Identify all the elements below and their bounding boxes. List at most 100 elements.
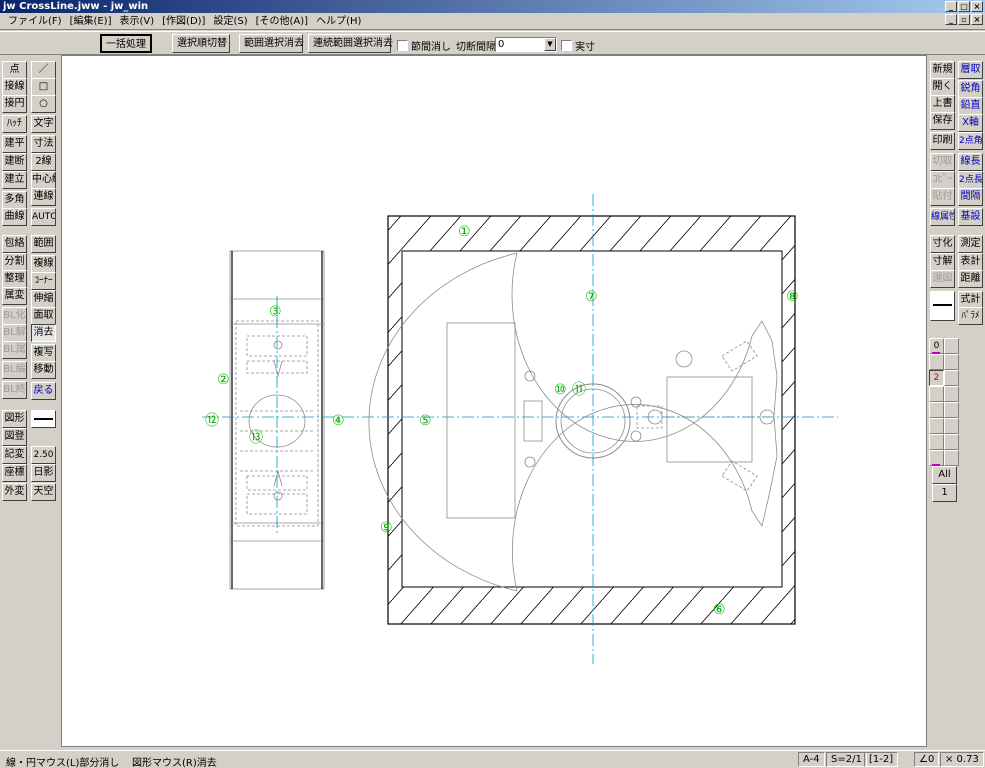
- paper-size[interactable]: A-4: [798, 752, 825, 767]
- layer-cell[interactable]: [929, 450, 944, 466]
- layer-line-swatch[interactable]: [930, 291, 955, 321]
- section-erase-checkbox[interactable]: [397, 40, 408, 51]
- angle-display[interactable]: ∠0: [914, 752, 940, 767]
- tool-cut-button[interactable]: 切取: [930, 153, 955, 171]
- layer-cell[interactable]: [944, 386, 959, 402]
- tool-duplicate-button[interactable]: 複写: [31, 344, 56, 362]
- tool-rectangle-button[interactable]: □: [31, 78, 56, 96]
- tool-layer-take-button[interactable]: 層取: [958, 61, 983, 79]
- menu-other[interactable]: [その他(A)]: [252, 14, 312, 29]
- close-button[interactable]: ×: [971, 1, 983, 12]
- layer-cell[interactable]: [944, 450, 959, 466]
- tool-measure-button[interactable]: 測定: [958, 235, 983, 253]
- layer-group-button[interactable]: 1: [932, 484, 957, 502]
- layer-cell[interactable]: [944, 370, 959, 386]
- tool-note-change-button[interactable]: 記変: [2, 446, 27, 464]
- doc-restore-button[interactable]: ▫: [958, 14, 970, 25]
- tool-undo-button[interactable]: 戻る: [31, 382, 56, 400]
- tool-open-button[interactable]: 開く: [930, 78, 955, 96]
- layer-all-button[interactable]: All: [932, 466, 957, 484]
- tool-tangent-button[interactable]: 接線: [2, 78, 27, 96]
- tool-select-shape-button[interactable]: 選図: [930, 270, 955, 288]
- tool-auto-button[interactable]: AUTO: [31, 208, 56, 226]
- actual-size-option[interactable]: 実寸: [561, 38, 595, 53]
- menu-file[interactable]: ファイル(F): [4, 14, 66, 29]
- scale-display[interactable]: S=2/1: [826, 752, 867, 767]
- layer-display[interactable]: [1-2]: [864, 752, 899, 767]
- layer-cell[interactable]: [929, 354, 944, 370]
- tool-table-calc-button[interactable]: 表計: [958, 253, 983, 271]
- tool-dimension-button[interactable]: 寸法: [31, 135, 56, 153]
- layer-cell[interactable]: [944, 402, 959, 418]
- tool-line-width-button[interactable]: 2.50: [31, 446, 56, 464]
- continuous-range-erase-button[interactable]: 連続範囲選択消去: [308, 34, 393, 53]
- tool-sky-factor-button[interactable]: 天空: [31, 483, 56, 501]
- menu-edit[interactable]: [編集(E)]: [66, 14, 116, 29]
- layer-0-cell[interactable]: 0: [929, 338, 944, 354]
- layer-active-cell[interactable]: 2: [929, 370, 944, 386]
- tool-chamfer-button[interactable]: 面取: [31, 307, 56, 325]
- tool-two-point-angle-button[interactable]: 2点角: [958, 132, 983, 150]
- tool-stretch-button[interactable]: 伸縮: [31, 290, 56, 308]
- tool-print-button[interactable]: 印刷: [930, 132, 955, 150]
- tool-polygon-button[interactable]: 多角: [2, 191, 27, 209]
- range-select-erase-button[interactable]: 範囲選択消去: [239, 34, 304, 53]
- cut-interval-select[interactable]: 0 ▼: [495, 37, 557, 52]
- tool-move-button[interactable]: 移動: [31, 361, 56, 379]
- tool-dim-explode-button[interactable]: 寸解: [930, 253, 955, 271]
- tool-bl-attr-button[interactable]: BL属: [2, 341, 27, 359]
- tool-arch-plan-button[interactable]: 建平: [2, 135, 27, 153]
- line-type-swatch[interactable]: [31, 410, 56, 428]
- tool-bl-create-button[interactable]: BL化: [2, 307, 27, 325]
- tool-erase-button[interactable]: 消去: [31, 324, 56, 342]
- tool-double-line-button[interactable]: 2線: [31, 153, 56, 171]
- tool-line-length-button[interactable]: 線長: [958, 153, 983, 171]
- doc-minimize-button[interactable]: _: [945, 14, 957, 25]
- factor-display[interactable]: × 0.73: [940, 752, 984, 767]
- tool-sun-shadow-button[interactable]: 日影: [31, 464, 56, 482]
- tool-overwrite-button[interactable]: 上書: [930, 95, 955, 113]
- tool-external-change-button[interactable]: 外変: [2, 483, 27, 501]
- tool-copy-button[interactable]: ｺﾋﾟｰ: [930, 171, 955, 189]
- tool-center-line-button[interactable]: 中心線: [31, 171, 56, 189]
- layer-cell[interactable]: [944, 418, 959, 434]
- menu-draw[interactable]: [作図(D)]: [158, 14, 209, 29]
- menu-settings[interactable]: 設定(S): [209, 14, 251, 29]
- layer-cell[interactable]: [944, 338, 959, 354]
- tool-divide-button[interactable]: 分割: [2, 253, 27, 271]
- tool-two-point-length-button[interactable]: 2点長: [958, 171, 983, 189]
- tool-arch-section-button[interactable]: 建断: [2, 153, 27, 171]
- tool-acute-angle-button[interactable]: 鋭角: [958, 80, 983, 98]
- tool-circle-button[interactable]: ○: [31, 95, 56, 113]
- batch-process-button[interactable]: 一括処理: [100, 34, 152, 53]
- layer-cell[interactable]: [929, 386, 944, 402]
- doc-close-button[interactable]: ×: [971, 14, 983, 25]
- tool-arch-elevation-button[interactable]: 建立: [2, 171, 27, 189]
- tool-line-button[interactable]: ／: [31, 61, 56, 79]
- maximize-button[interactable]: □: [958, 1, 970, 12]
- chevron-down-icon[interactable]: ▼: [544, 38, 556, 51]
- tool-shape-register-button[interactable]: 図登: [2, 428, 27, 446]
- layer-cell[interactable]: [944, 354, 959, 370]
- tool-range-button[interactable]: 範囲: [31, 235, 56, 253]
- menu-help[interactable]: ヘルプ(H): [312, 14, 365, 29]
- tool-bl-edit-button[interactable]: BL編: [2, 361, 27, 379]
- actual-size-checkbox[interactable]: [561, 40, 572, 51]
- tool-curve-button[interactable]: 曲線: [2, 208, 27, 226]
- section-erase-option[interactable]: 節間消し: [397, 38, 451, 53]
- tool-new-button[interactable]: 新規: [930, 61, 955, 79]
- menu-view[interactable]: 表示(V): [116, 14, 159, 29]
- layer-cell[interactable]: [929, 418, 944, 434]
- tool-save-button[interactable]: 保存: [930, 112, 955, 130]
- layer-cell[interactable]: [929, 402, 944, 418]
- tool-line-attr-button[interactable]: 線属性: [930, 208, 955, 226]
- tool-connect-line-button[interactable]: 連線: [31, 188, 56, 206]
- tool-envelope-button[interactable]: 包絡: [2, 235, 27, 253]
- layer-cell[interactable]: [929, 434, 944, 450]
- tool-shape-button[interactable]: 図形: [2, 410, 27, 428]
- tool-attr-change-button[interactable]: 属変: [2, 287, 27, 305]
- tool-arrange-button[interactable]: 整理: [2, 270, 27, 288]
- tool-paste-button[interactable]: 貼付: [930, 188, 955, 206]
- title-bar[interactable]: jw CrossLine.jww - jw_win _ □ ×: [0, 0, 985, 13]
- tool-hatch-button[interactable]: ﾊｯﾁ: [2, 115, 27, 133]
